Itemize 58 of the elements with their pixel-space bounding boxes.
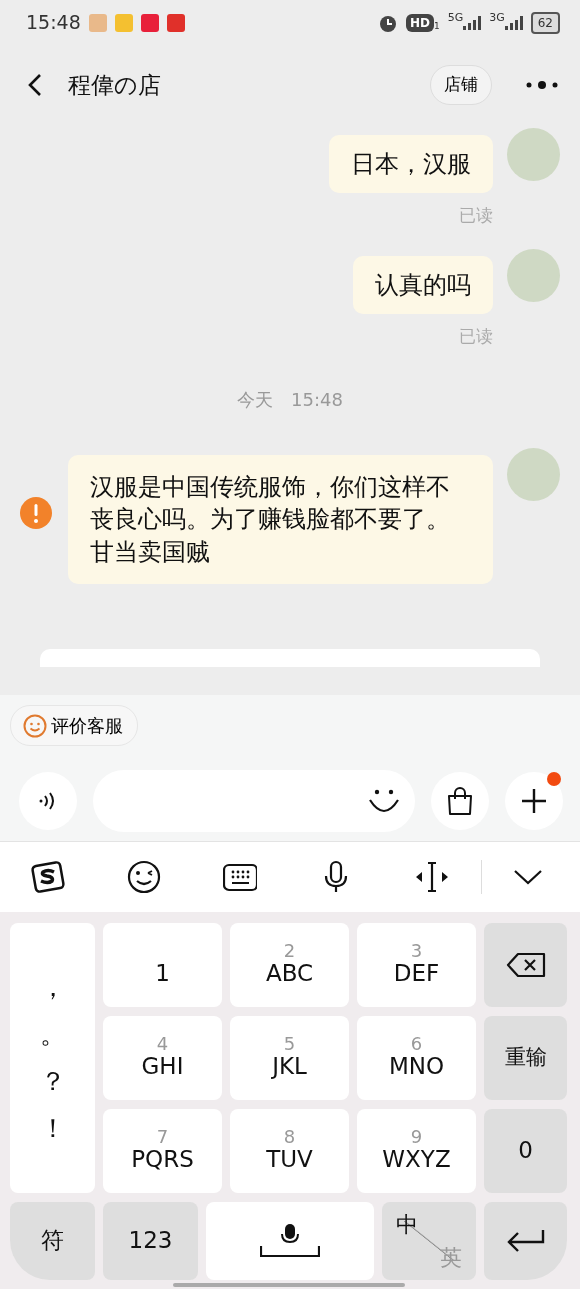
status-time: 15:48 xyxy=(26,10,81,36)
input-method-logo-icon[interactable] xyxy=(31,860,65,894)
keyboard-key[interactable]: 3 DEF xyxy=(357,923,476,1007)
backspace-key[interactable] xyxy=(484,923,567,1007)
language-switch-key[interactable]: 中 英 xyxy=(382,1202,476,1280)
back-icon[interactable] xyxy=(28,73,42,97)
number-key[interactable]: 123 xyxy=(103,1202,198,1280)
shop-button[interactable]: 店铺 xyxy=(430,65,492,105)
keyboard-key[interactable]: 2 ABC xyxy=(230,923,349,1007)
hd-sub-label: 1 xyxy=(433,19,440,33)
space-microphone-icon xyxy=(260,1224,320,1258)
more-icon[interactable] xyxy=(526,80,558,90)
hd-label: HD xyxy=(405,13,434,32)
message-bubble: 汉服是中国传统服饰，你们这样不丧良心吗。为了赚钱脸都不要了。甘当卖国贼 xyxy=(68,454,493,584)
keyboard-key[interactable]: 5 JKL xyxy=(230,1016,349,1100)
keyboard-key[interactable]: 6 MNO xyxy=(357,1016,476,1100)
symbol-key[interactable]: ， xyxy=(39,964,66,1012)
space-key[interactable] xyxy=(206,1202,374,1280)
smiley-icon xyxy=(23,713,47,738)
symbol-key[interactable]: ！ xyxy=(39,1104,66,1152)
signal-icon xyxy=(504,15,523,30)
error-icon[interactable] xyxy=(20,496,52,529)
symbol-key[interactable]: 符 xyxy=(10,1202,95,1280)
zero-key[interactable]: 0 xyxy=(484,1109,567,1193)
app-notification-icon xyxy=(88,13,107,32)
backspace-icon xyxy=(505,952,546,978)
enter-key[interactable] xyxy=(484,1202,567,1280)
battery-level: 62 xyxy=(530,11,560,34)
avatar xyxy=(507,248,560,302)
collapse-chevron-icon[interactable] xyxy=(513,869,543,885)
keyboard-key[interactable]: 7 PQRS xyxy=(103,1109,222,1193)
chat-title: 程偉の店 xyxy=(68,70,162,100)
app-notification-icon xyxy=(114,13,133,32)
network-label: 5G xyxy=(447,10,464,26)
plus-icon xyxy=(521,788,547,814)
keyboard-key[interactable]: 8 TUV xyxy=(230,1109,349,1193)
message-bubble: 日本，汉服 xyxy=(329,135,493,194)
keyboard-key[interactable]: 9 WXYZ xyxy=(357,1109,476,1193)
wink-emoji-icon[interactable] xyxy=(127,860,161,894)
avatar xyxy=(507,447,560,501)
message-bubble: 认真的吗 xyxy=(353,255,493,315)
keyboard-key[interactable]: 1 xyxy=(103,923,222,1007)
bag-icon xyxy=(445,786,475,816)
signal-icon xyxy=(463,15,482,30)
reset-key[interactable]: 重输 xyxy=(484,1016,567,1100)
network-label: 3G xyxy=(489,10,505,26)
symbol-key[interactable]: ？ xyxy=(39,1058,66,1105)
app-notification-icon xyxy=(166,13,185,32)
timestamp: 今天 15:48 xyxy=(236,387,344,412)
cursor-move-icon[interactable] xyxy=(415,860,449,894)
rate-service-button[interactable]: 评价客服 xyxy=(10,705,138,746)
read-receipt: 已读 xyxy=(458,325,493,349)
symbol-key[interactable]: 。 xyxy=(39,1011,66,1058)
avatar xyxy=(507,128,560,181)
keyboard-key[interactable]: 4 GHI xyxy=(103,1016,222,1100)
enter-icon xyxy=(505,1228,546,1254)
read-receipt: 已读 xyxy=(458,204,493,228)
app-notification-icon xyxy=(140,13,159,32)
